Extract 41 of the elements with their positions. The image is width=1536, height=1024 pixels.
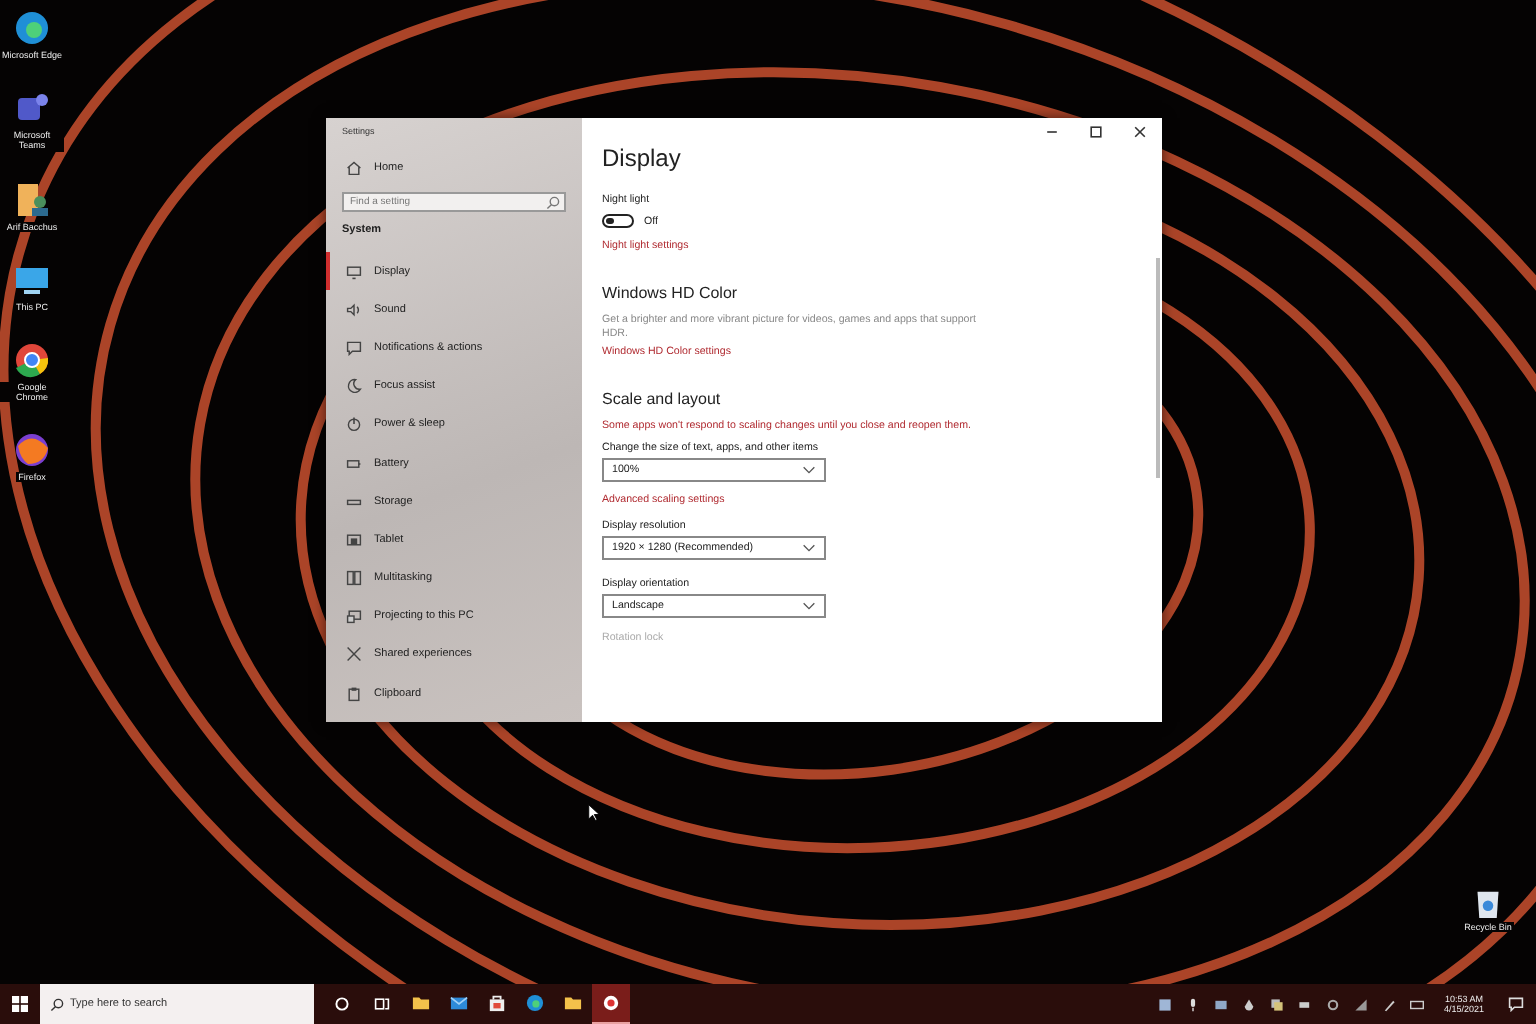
tray-pen-icon[interactable] (1382, 997, 1397, 1011)
notification-icon[interactable] (1508, 996, 1524, 1012)
browser-icon[interactable] (12, 339, 52, 380)
power-icon (346, 416, 362, 433)
browser-icon[interactable] (12, 430, 52, 471)
tray-wifi-icon[interactable] (1354, 997, 1369, 1011)
circle-icon[interactable] (334, 996, 350, 1012)
tray-drop-icon[interactable] (1242, 997, 1257, 1011)
windows-logo-icon[interactable] (12, 996, 28, 1012)
monitor-icon (346, 263, 362, 280)
battery-icon (346, 455, 362, 472)
scrollbar[interactable] (1156, 258, 1160, 478)
chevron-icon (802, 544, 816, 553)
close-icon[interactable] (1132, 124, 1148, 140)
moon-icon (346, 378, 362, 395)
recycle-bin-icon[interactable] (1474, 888, 1502, 920)
chevron-icon (802, 466, 816, 475)
page-title: Display (602, 144, 681, 172)
chevron-icon (802, 602, 816, 611)
tablet-icon (346, 531, 362, 548)
clipboard-icon (346, 685, 362, 702)
tray-mic-icon[interactable] (1186, 997, 1201, 1011)
mouse-pointer-icon (588, 804, 600, 822)
task-view-icon[interactable] (374, 996, 390, 1012)
search-icon (546, 195, 560, 209)
maximize-icon[interactable] (1088, 124, 1104, 140)
section-heading: Scale and layout (602, 389, 721, 408)
projector-icon (346, 608, 362, 625)
section-heading: Windows HD Color (602, 284, 738, 302)
tray-box-icon[interactable] (1214, 997, 1229, 1011)
message-icon (346, 339, 362, 356)
browser-icon[interactable] (12, 8, 52, 48)
tray-square-icon[interactable] (1158, 997, 1173, 1011)
speaker-icon (346, 301, 362, 318)
house-icon (346, 160, 362, 176)
tray-keyboard-icon[interactable] (1410, 997, 1425, 1011)
windows-icon (346, 570, 362, 587)
toggle-switch[interactable] (602, 214, 634, 228)
tray-stack-icon[interactable] (1270, 997, 1285, 1011)
record-app-icon[interactable] (592, 984, 630, 1024)
user-folder-icon[interactable] (12, 179, 52, 220)
